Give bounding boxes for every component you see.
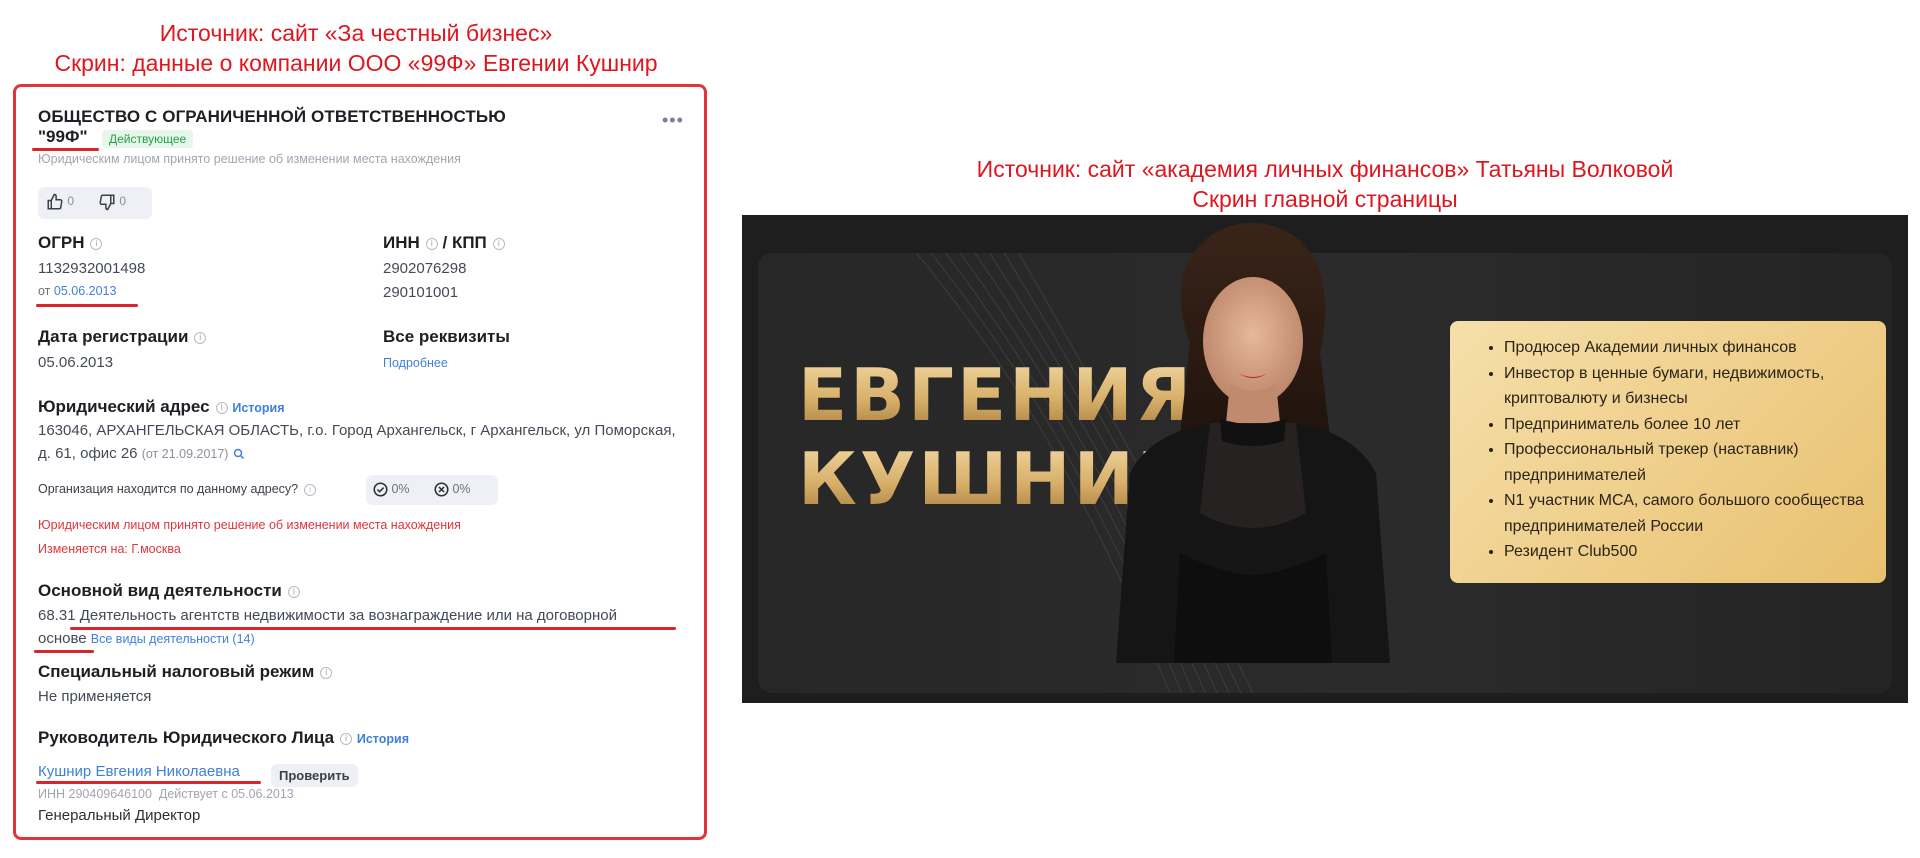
- vote-group: 0 0: [38, 187, 152, 219]
- bio-list: Продюсер Академии личных финансов Инвест…: [1450, 321, 1886, 565]
- ogrn-date-link[interactable]: 05.06.2013: [54, 284, 117, 298]
- activity-all-link[interactable]: Все виды деятельности (14): [91, 632, 255, 646]
- location-vote-group: 0% 0%: [366, 475, 498, 505]
- ogrn-value: 1132932001498: [38, 260, 146, 277]
- head-label-row: Руководитель Юридического Лица i История: [38, 728, 409, 748]
- address-history-link[interactable]: История: [232, 401, 284, 415]
- ogrn-date-prefix: от: [38, 284, 51, 298]
- caption-left: Источник: сайт «За честный бизнес» Скрин…: [0, 18, 712, 78]
- inn-label: ИНН: [383, 233, 420, 252]
- activity-label-row: Основной вид деятельности i: [38, 581, 300, 601]
- info-icon[interactable]: i: [340, 732, 353, 745]
- head-label: Руководитель Юридического Лица: [38, 728, 335, 747]
- head-name-link[interactable]: Кушнир Евгения Николаевна: [38, 763, 240, 780]
- thumbs-up-icon: [47, 193, 63, 210]
- kpp-label: / КПП: [442, 233, 487, 252]
- bio-box: Продюсер Академии личных финансов Инвест…: [1450, 321, 1886, 583]
- reg-date-label-row: Дата регистрации i: [38, 327, 207, 347]
- info-icon[interactable]: i: [304, 483, 317, 496]
- bio-item: Инвестор в ценные бумаги, недвижимость, …: [1504, 361, 1868, 412]
- kpp-value: 290101001: [383, 284, 459, 301]
- info-icon[interactable]: i: [287, 585, 300, 598]
- banner-panel: ЕВГЕНИЯ КУШНИР Продюсер Академии личных …: [758, 223, 1892, 693]
- like-count: 0: [67, 194, 75, 209]
- bio-item: N1 участник МСА, самого большого сообщес…: [1504, 488, 1868, 539]
- check-circle-icon: [373, 482, 388, 497]
- activity-line1-row: 68.31 Деятельность агентств недвижимости…: [38, 607, 617, 624]
- info-icon[interactable]: i: [194, 331, 207, 344]
- head-history-link[interactable]: История: [357, 732, 409, 746]
- caption-left-line2: Скрин: данные о компании ООО «99Ф» Евген…: [54, 50, 658, 76]
- x-circle-icon: [434, 482, 449, 497]
- reg-date-value: 05.06.2013: [38, 354, 114, 371]
- changes-to: Изменяется на: Г.москва: [38, 542, 181, 556]
- address-line2: д. 61, офис 26: [38, 445, 138, 462]
- requisites-label: Все реквизиты: [383, 327, 510, 346]
- company-name-line1: ОБЩЕСТВО С ОГРАНИЧЕННОЙ ОТВЕТСТВЕННОСТЬЮ: [38, 107, 506, 126]
- address-label: Юридический адрес: [38, 397, 210, 416]
- address-since: (от 21.09.2017): [141, 447, 229, 461]
- bio-item: Профессиональный трекер (наставник) пред…: [1504, 437, 1868, 488]
- activity-line2-row: основе Все виды деятельности (14): [38, 630, 255, 647]
- inn-kpp-label-row: ИНН i / КПП i: [383, 233, 505, 253]
- caption-right-line2: Скрин главной страницы: [1192, 186, 1458, 212]
- academy-banner: ЕВГЕНИЯ КУШНИР Продюсер Академии личных …: [742, 215, 1908, 703]
- head-inn: ИНН 290409646100: [38, 787, 152, 801]
- location-no-button[interactable]: 0%: [434, 482, 471, 497]
- thumbs-down-icon: [99, 194, 115, 211]
- info-icon[interactable]: i: [215, 401, 228, 414]
- activity-text-line2: основе: [38, 630, 87, 647]
- location-yes-percent: 0%: [391, 482, 410, 496]
- info-icon[interactable]: i: [320, 666, 333, 679]
- check-button[interactable]: Проверить: [271, 764, 358, 787]
- reg-date-label: Дата регистрации: [38, 327, 189, 346]
- bio-item: Продюсер Академии личных финансов: [1504, 335, 1868, 361]
- location-question-row: Организация находится по данному адресу?…: [38, 482, 317, 496]
- tax-label-row: Специальный налоговый режим i: [38, 662, 333, 682]
- info-icon[interactable]: i: [90, 237, 103, 250]
- relocation-note: Юридическим лицом принято решение об изм…: [38, 152, 461, 166]
- ogrn-label-row: ОГРН i: [38, 233, 103, 253]
- company-card: ОБЩЕСТВО С ОГРАНИЧЕННОЙ ОТВЕТСТВЕННОСТЬЮ…: [13, 84, 707, 840]
- location-no-percent: 0%: [452, 482, 471, 496]
- address-line2-row: д. 61, офис 26 (от 21.09.2017): [38, 445, 245, 462]
- ogrn-label: ОГРН: [38, 233, 85, 252]
- company-name-line2: "99Ф": [38, 127, 88, 146]
- head-since: Действует с 05.06.2013: [158, 787, 294, 801]
- caption-right: Источник: сайт «академия личных финансов…: [740, 154, 1910, 214]
- tax-value: Не применяется: [38, 688, 152, 705]
- address-label-row: Юридический адрес i История: [38, 397, 285, 417]
- activity-label: Основной вид деятельности: [38, 581, 282, 600]
- activity-text-line1: Деятельность агентств недвижимости за во…: [79, 607, 617, 624]
- status-badge: Действующее: [102, 130, 194, 148]
- dislike-count: 0: [119, 194, 127, 209]
- address-line1: 163046, АРХАНГЕЛЬСКАЯ ОБЛАСТЬ, г.о. Горо…: [38, 422, 676, 439]
- search-icon[interactable]: [233, 448, 245, 460]
- head-meta-row: ИНН 290409646100 Действует с 05.06.2013: [38, 787, 294, 801]
- info-icon[interactable]: i: [425, 237, 438, 250]
- location-question: Организация находится по данному адресу?: [38, 482, 299, 496]
- relocation-warning: Юридическим лицом принято решение об изм…: [38, 518, 461, 532]
- requisites-link[interactable]: Подробнее: [383, 356, 448, 370]
- like-button[interactable]: 0: [46, 193, 74, 211]
- annotation-underline: [36, 781, 261, 784]
- activity-code: 68.31: [38, 607, 76, 624]
- dislike-button[interactable]: 0: [98, 193, 126, 211]
- caption-left-line1: Источник: сайт «За честный бизнес»: [159, 20, 553, 46]
- ogrn-date-row: от 05.06.2013: [38, 284, 116, 298]
- more-menu-icon[interactable]: •••: [662, 111, 684, 129]
- bio-item: Резидент Club500: [1504, 539, 1868, 565]
- annotation-underline: [36, 304, 138, 307]
- location-yes-button[interactable]: 0%: [373, 482, 410, 497]
- inn-value: 2902076298: [383, 260, 467, 277]
- annotation-underline: [34, 650, 94, 653]
- head-position: Генеральный Директор: [38, 807, 201, 824]
- caption-right-line1: Источник: сайт «академия личных финансов…: [976, 156, 1674, 182]
- info-icon[interactable]: i: [492, 237, 505, 250]
- portrait-photo: [1116, 223, 1390, 663]
- bio-item: Предприниматель более 10 лет: [1504, 412, 1868, 438]
- annotation-underline: [32, 148, 99, 151]
- tax-label: Специальный налоговый режим: [38, 662, 315, 681]
